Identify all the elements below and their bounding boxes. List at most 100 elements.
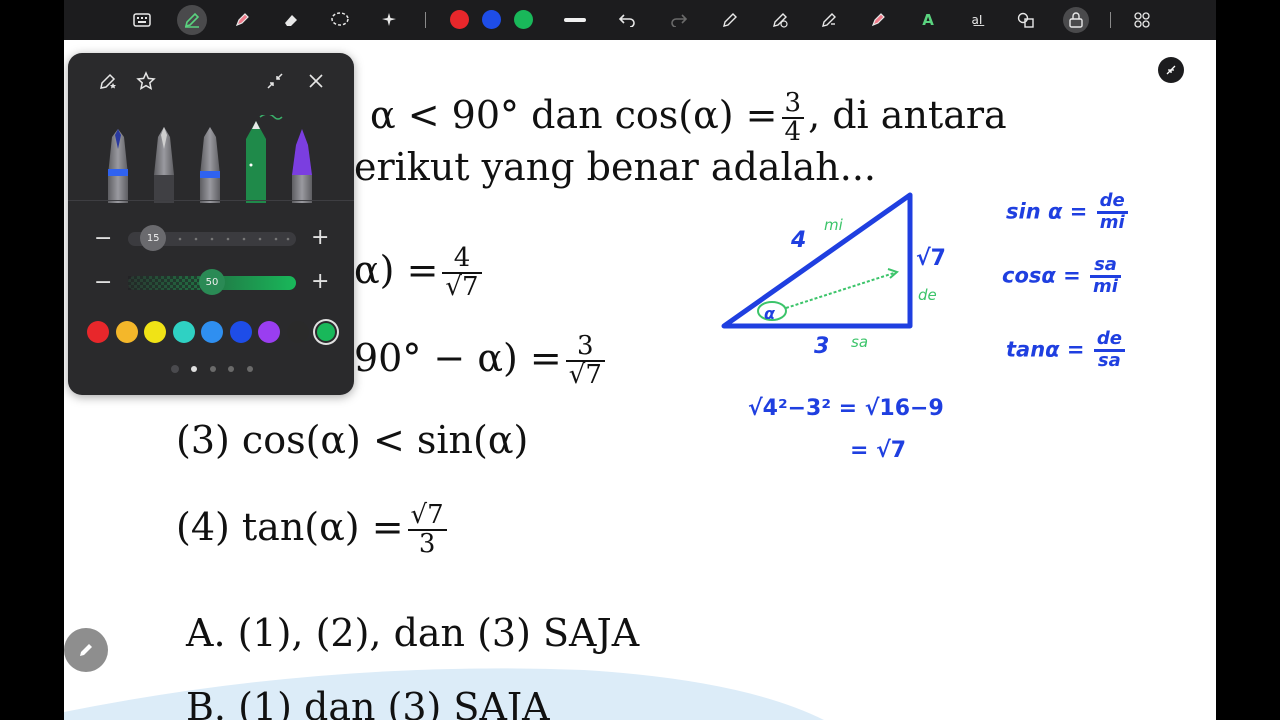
- fraction-denominator: mi: [1099, 211, 1125, 233]
- statement-text: 90° − α) =: [354, 335, 562, 380]
- fraction: sa mi: [1090, 255, 1121, 297]
- pen-favorite-icon[interactable]: [98, 71, 120, 96]
- toolbar-separator: [425, 12, 426, 28]
- fraction-numerator: de: [1093, 329, 1125, 352]
- statement-text: (4) tan(α) =: [176, 504, 404, 549]
- divider: [68, 200, 354, 201]
- color-swatch[interactable]: [144, 321, 166, 343]
- text-shape-icon[interactable]: [816, 7, 842, 33]
- pen-settings-panel: − 15 + − 50 +: [68, 53, 354, 395]
- statement-2: 90° − α) = 3 √7: [354, 332, 609, 391]
- keyboard-icon[interactable]: [129, 7, 155, 33]
- fraction-numerator: 4: [442, 244, 482, 275]
- collapse-button[interactable]: [1158, 57, 1184, 83]
- floating-pen-button[interactable]: [64, 628, 108, 672]
- question-line-1: α < 90° dan cos(α) = 3 4, di antara: [370, 89, 1007, 147]
- fraction-denominator: sa: [1097, 349, 1121, 371]
- fraction: 34: [781, 89, 805, 147]
- fraction-numerator: sa: [1090, 255, 1121, 278]
- fraction: de sa: [1093, 329, 1125, 371]
- undo-icon[interactable]: [614, 7, 640, 33]
- fraction-numerator: √7: [407, 501, 447, 532]
- calligraphy-pen-icon[interactable]: [154, 127, 174, 203]
- fraction-denominator: √7: [568, 360, 602, 391]
- pen-types: [108, 115, 312, 203]
- highlight-icon[interactable]: [865, 7, 891, 33]
- hypotenuse-note: mi: [824, 216, 843, 234]
- shapes-icon[interactable]: [1013, 7, 1039, 33]
- page-indicator: [228, 366, 234, 372]
- lasso-icon[interactable]: [327, 7, 353, 33]
- close-icon[interactable]: [308, 72, 324, 94]
- adjacent-note: sa: [851, 333, 869, 351]
- page-indicator-active: [191, 366, 197, 372]
- ink-eraser-icon[interactable]: [767, 7, 793, 33]
- adjacent-label: 3: [814, 334, 830, 359]
- collapse-icon: [1166, 65, 1176, 75]
- ratio-label: cosα =: [1002, 263, 1081, 288]
- color-swatch[interactable]: [87, 321, 109, 343]
- page-indicator: [247, 366, 253, 372]
- opacity-knob[interactable]: 50: [199, 269, 225, 295]
- color-swatch[interactable]: [229, 321, 252, 343]
- opacity-increase[interactable]: +: [311, 271, 329, 293]
- color-swatch[interactable]: [115, 321, 138, 343]
- selected-pen-icon[interactable]: [246, 115, 283, 203]
- star-icon[interactable]: [136, 71, 156, 96]
- highlighter-icon[interactable]: [229, 7, 255, 33]
- lock-icon[interactable]: [1063, 7, 1089, 33]
- fraction: 4 √7: [442, 244, 482, 303]
- eraser-icon[interactable]: [278, 7, 304, 33]
- toolbar-separator: [1110, 12, 1111, 28]
- pythagoras-result: = √7: [850, 438, 907, 463]
- tan-ratio: tanα = de sa: [1006, 329, 1129, 371]
- opposite-label: √7: [916, 246, 946, 271]
- statement-4: (4) tan(α) = √7 3: [176, 501, 451, 559]
- color-swatch[interactable]: [286, 321, 309, 343]
- shape-pen-icon[interactable]: [717, 7, 743, 33]
- color-swatch[interactable]: [172, 321, 195, 343]
- statement-3: (3) cos(α) < sin(α): [176, 418, 529, 462]
- size-decrease[interactable]: −: [94, 228, 112, 250]
- color-swatch[interactable]: [317, 323, 335, 341]
- option-a: A. (1), (2), dan (3) SAJA: [186, 611, 640, 655]
- size-knob[interactable]: 15: [140, 225, 167, 251]
- opposite-note: de: [918, 286, 937, 304]
- pencil-tool-icon[interactable]: [200, 127, 220, 203]
- pencil-icon: [80, 644, 92, 656]
- angle-label: α: [764, 304, 775, 323]
- ratio-label: sin α =: [1006, 199, 1088, 224]
- redo-icon[interactable]: [666, 7, 692, 33]
- page-indicator: [171, 365, 179, 373]
- brush-icon[interactable]: [292, 129, 312, 203]
- pen-icon[interactable]: [177, 5, 207, 35]
- color-green[interactable]: [514, 10, 533, 29]
- fraction: √7 3: [407, 501, 447, 559]
- hypotenuse-label: 4: [791, 228, 807, 253]
- color-swatch[interactable]: [258, 321, 280, 343]
- color-blue[interactable]: [482, 10, 501, 29]
- sin-ratio: sin α = de mi: [1006, 191, 1132, 233]
- handwriting-icon[interactable]: A: [915, 7, 941, 33]
- fraction: 3 √7: [565, 332, 605, 391]
- fountain-pen-icon[interactable]: [108, 129, 128, 203]
- grid-icon[interactable]: [1129, 7, 1155, 33]
- ratio-label: tanα =: [1006, 337, 1085, 362]
- line-icon[interactable]: [562, 7, 588, 33]
- text-convert-icon[interactable]: a͟I: [964, 7, 990, 33]
- opacity-decrease[interactable]: −: [94, 272, 112, 294]
- fraction-numerator: 3: [565, 332, 605, 363]
- shrink-icon[interactable]: [266, 72, 284, 95]
- fraction-denominator: √7: [445, 272, 479, 303]
- cos-ratio: cosα = sa mi: [1002, 255, 1125, 297]
- size-increase[interactable]: +: [311, 227, 329, 249]
- fraction-numerator: 3: [781, 89, 805, 120]
- option-b: B. (1) dan (3) SAJA: [186, 685, 550, 720]
- magic-icon[interactable]: [376, 7, 402, 33]
- color-red[interactable]: [450, 10, 469, 29]
- page-indicator: [210, 366, 216, 372]
- color-swatch[interactable]: [201, 321, 223, 343]
- pythagoras-calc: √4²−3² = √16−9: [748, 396, 944, 421]
- fraction-denominator: mi: [1093, 275, 1118, 297]
- question-text: , di antara: [808, 92, 1007, 137]
